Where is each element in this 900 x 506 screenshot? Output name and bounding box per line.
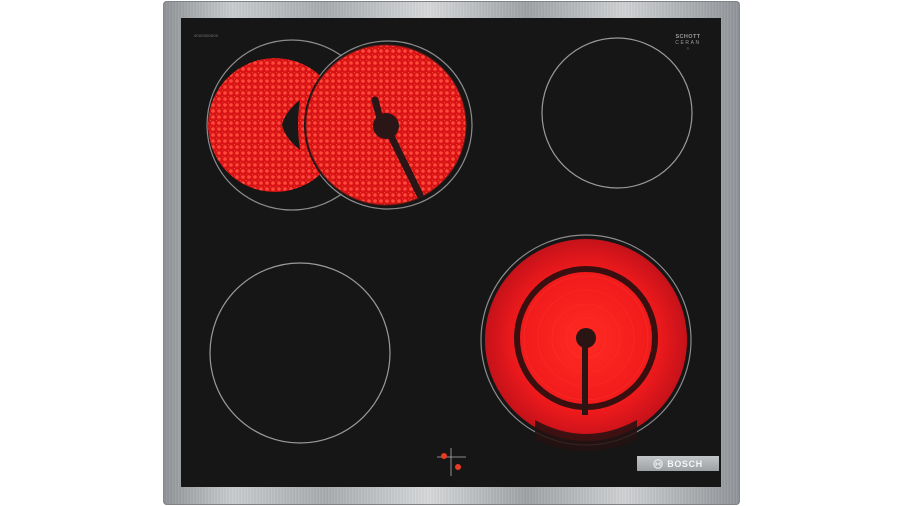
- brand-name: BOSCH: [667, 458, 703, 469]
- zone-front-left: [209, 262, 391, 444]
- cooktop-photo: 0000000000 SCHOTT CERAN ® BOSCH: [0, 0, 900, 506]
- residual-heat-indicator-2: [455, 464, 461, 470]
- brand-plate: BOSCH: [637, 456, 719, 471]
- registered-mark: ®: [686, 47, 690, 51]
- residual-heat-indicator-1: [441, 453, 447, 459]
- hob-scene: [206, 37, 693, 476]
- serial-label: 0000000000: [194, 33, 219, 38]
- residual-heat-indicators: [437, 448, 466, 476]
- dual-zone-front-right: [480, 234, 692, 451]
- bosch-armature-icon: [653, 458, 663, 469]
- zone-rear-right: [541, 37, 693, 189]
- schott-ceran-logo: SCHOTT CERAN ®: [668, 34, 708, 52]
- dual-zone-rear-left: [206, 39, 473, 211]
